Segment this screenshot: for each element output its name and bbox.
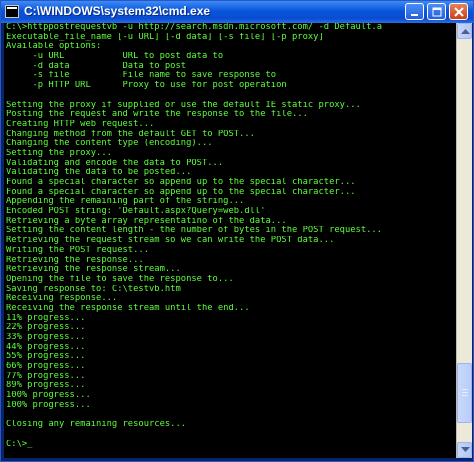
close-button[interactable] — [449, 3, 468, 20]
console-line: C:\>httppostrequestvb -u http://search.m… — [6, 23, 383, 32]
console-line: Setting the content length - the number … — [6, 226, 383, 236]
console-line: Executable_file_name [-u URL] [-d data] … — [6, 32, 324, 42]
scroll-down-button[interactable] — [457, 442, 472, 458]
minimize-button[interactable] — [405, 3, 424, 20]
scroll-thumb[interactable] — [457, 363, 472, 423]
console-line: Setting the proxy... — [6, 148, 112, 158]
title-bar[interactable]: C:\WINDOWS\system32\cmd.exe — [1, 1, 473, 23]
console-line: 100% progress... — [6, 391, 91, 401]
maximize-button[interactable] — [427, 3, 446, 20]
console-line: Retrieving the response stream... — [6, 265, 181, 275]
console-line: Retrieving the request stream so we can … — [6, 236, 335, 246]
console-line: 89% progress... — [6, 381, 86, 391]
console-line: Setting the proxy if supplied or use the… — [6, 100, 361, 110]
scroll-down-arrow-icon — [461, 447, 470, 452]
console-line: -p HTTP URL Proxy to use for post operat… — [6, 81, 287, 91]
console-line: Available options: — [6, 42, 102, 52]
console-line: Validating and encode the data to POST..… — [6, 158, 224, 168]
scroll-up-button[interactable] — [457, 23, 472, 39]
console-line: C:\>_ — [6, 439, 33, 449]
scroll-up-arrow-icon — [461, 29, 470, 34]
console-line: 11% progress... — [6, 313, 86, 323]
console-line: Found a special character so append up t… — [6, 178, 356, 187]
console-line: Retrieving the response... — [6, 255, 144, 265]
console-line: 77% progress... — [6, 371, 86, 381]
console-line: Opening the file to save the response to… — [6, 274, 234, 284]
console-line: Retrieving a byte array representatino o… — [6, 216, 287, 226]
console-line: 100% progress... — [6, 400, 91, 410]
maximize-icon — [432, 7, 442, 17]
console-line: Changing the content type (encoding)... — [6, 139, 213, 149]
vertical-scrollbar[interactable] — [456, 23, 472, 458]
minimize-icon — [411, 14, 418, 16]
console-line: Creating HTTP web request... — [6, 119, 155, 129]
console-line: -u URL URL to post data to — [6, 52, 224, 62]
console-line: 44% progress... — [6, 342, 86, 352]
close-icon — [454, 7, 464, 17]
console-lines: C:\>httppostrequestvb -u http://search.m… — [4, 23, 456, 449]
console-line: Writing the POST request... — [6, 245, 149, 255]
cmd-window: C:\WINDOWS\system32\cmd.exe C:\>httppost… — [0, 0, 474, 462]
console-line: 22% progress... — [6, 323, 86, 333]
console-line: -s file File name to save response to — [6, 71, 277, 81]
window-title: C:\WINDOWS\system32\cmd.exe — [24, 4, 211, 18]
console-line: Changing method from the default GET to … — [6, 129, 255, 139]
console-line: -d data Data to post — [6, 61, 187, 71]
console-line: Found a special character so append up t… — [6, 187, 356, 197]
console-line: 55% progress... — [6, 352, 86, 362]
console-line: Saving response to: C:\testvb.htm — [6, 284, 181, 294]
console-line: Encoded POST string: 'Default.aspx?Query… — [6, 207, 266, 217]
console-line: Closing any remaining resources... — [6, 420, 187, 430]
console-line: Appending the remaining part of the stri… — [6, 197, 245, 207]
console-output[interactable]: C:\>httppostrequestvb -u http://search.m… — [4, 23, 456, 458]
console-line: Receiving the response stream until the … — [6, 303, 250, 313]
console-line: 66% progress... — [6, 362, 86, 372]
cmd-app-icon[interactable] — [5, 5, 19, 18]
console-line: Receiving response... — [6, 294, 118, 304]
console-line: 33% progress... — [6, 333, 86, 342]
console-line: Posting the request and write the respon… — [6, 110, 308, 120]
console-line: Validating the data to be posted... — [6, 168, 192, 178]
